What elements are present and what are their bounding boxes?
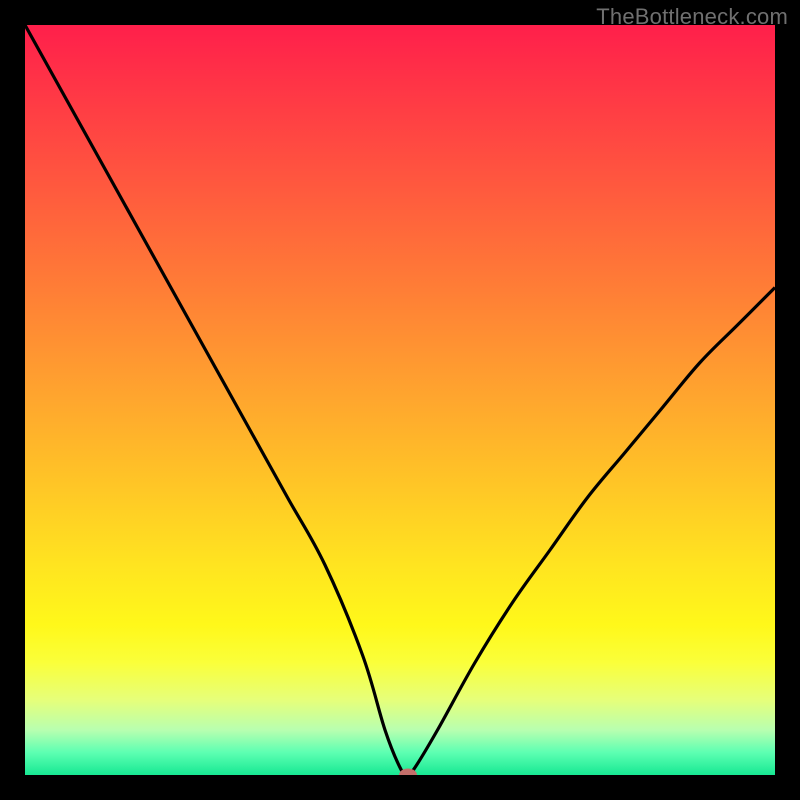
minimum-marker [399, 769, 417, 776]
watermark-text: TheBottleneck.com [596, 4, 788, 30]
bottleneck-curve [25, 25, 775, 775]
chart-frame: TheBottleneck.com [0, 0, 800, 800]
plot-area [25, 25, 775, 775]
curve-svg [25, 25, 775, 775]
